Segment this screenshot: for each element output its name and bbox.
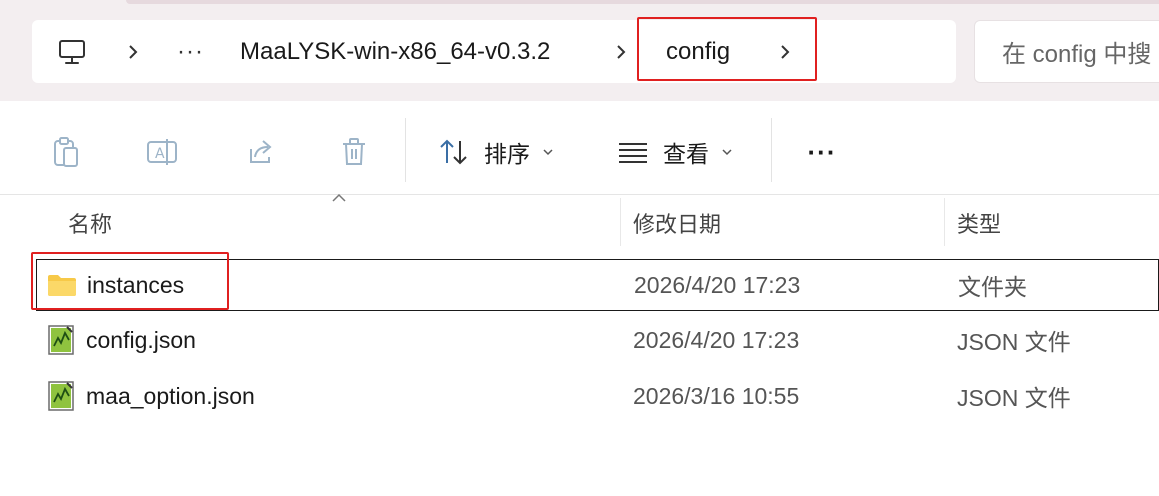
- share-icon: [250, 140, 272, 163]
- breadcrumb-item-root-folder[interactable]: MaaLYSK-win-x86_64-v0.3.2: [240, 20, 550, 83]
- column-separator[interactable]: [944, 198, 945, 246]
- copy-button[interactable]: [44, 130, 88, 174]
- file-type: JSON 文件: [957, 385, 1071, 411]
- share-button[interactable]: [238, 130, 282, 174]
- column-separator[interactable]: [620, 198, 621, 246]
- file-name: instances: [87, 271, 185, 298]
- folder-icon: [47, 272, 77, 298]
- json-file-icon: [46, 380, 76, 412]
- search-placeholder[interactable]: 在 config 中搜: [1002, 20, 1151, 83]
- more-options-button[interactable]: ···: [802, 130, 842, 174]
- rename-button[interactable]: A: [140, 130, 184, 174]
- file-name: maa_option.json: [86, 382, 255, 409]
- file-type: 文件夹: [958, 274, 1027, 300]
- table-row[interactable]: config.json 2026/4/20 17:23 JSON 文件: [36, 314, 1159, 366]
- list-view-icon: [619, 143, 647, 163]
- json-file-icon: [46, 324, 76, 356]
- sort-label: 排序: [484, 141, 530, 167]
- table-row[interactable]: maa_option.json 2026/3/16 10:55 JSON 文件: [36, 370, 1159, 422]
- rename-icon: A: [147, 139, 177, 165]
- file-type: JSON 文件: [957, 329, 1071, 355]
- column-header-name[interactable]: 名称: [68, 200, 112, 246]
- file-date: 2026/3/16 10:55: [633, 382, 800, 409]
- this-pc-icon[interactable]: [56, 20, 88, 83]
- trash-icon: [343, 138, 365, 165]
- chevron-down-icon: [722, 149, 732, 156]
- breadcrumb-chevron-icon[interactable]: [126, 20, 140, 83]
- delete-button[interactable]: [332, 130, 376, 174]
- file-name: config.json: [86, 326, 196, 353]
- breadcrumb-chevron-icon[interactable]: [614, 20, 628, 83]
- view-label: 查看: [663, 141, 709, 167]
- clipboard-icon: [54, 137, 78, 167]
- tab-strip-edge: [126, 0, 1159, 4]
- view-button[interactable]: 查看: [617, 130, 733, 174]
- table-row[interactable]: instances 2026/4/20 17:23 文件夹: [36, 259, 1159, 311]
- breadcrumb-overflow-button[interactable]: ···: [177, 20, 204, 83]
- breadcrumb-chevron-icon[interactable]: [778, 20, 792, 83]
- toolbar-divider: [405, 118, 406, 182]
- chevron-down-icon: [543, 149, 553, 156]
- sort-button[interactable]: 排序: [438, 130, 554, 174]
- column-header-type[interactable]: 类型: [957, 200, 1001, 246]
- sort-arrows-icon: [440, 139, 467, 165]
- column-header-date[interactable]: 修改日期: [633, 200, 721, 246]
- svg-text:A: A: [155, 146, 165, 162]
- file-date: 2026/4/20 17:23: [633, 326, 800, 353]
- file-date: 2026/4/20 17:23: [634, 271, 801, 298]
- sort-indicator-icon: [332, 193, 346, 202]
- toolbar-divider: [771, 118, 772, 182]
- breadcrumb-item-config[interactable]: config: [666, 20, 730, 83]
